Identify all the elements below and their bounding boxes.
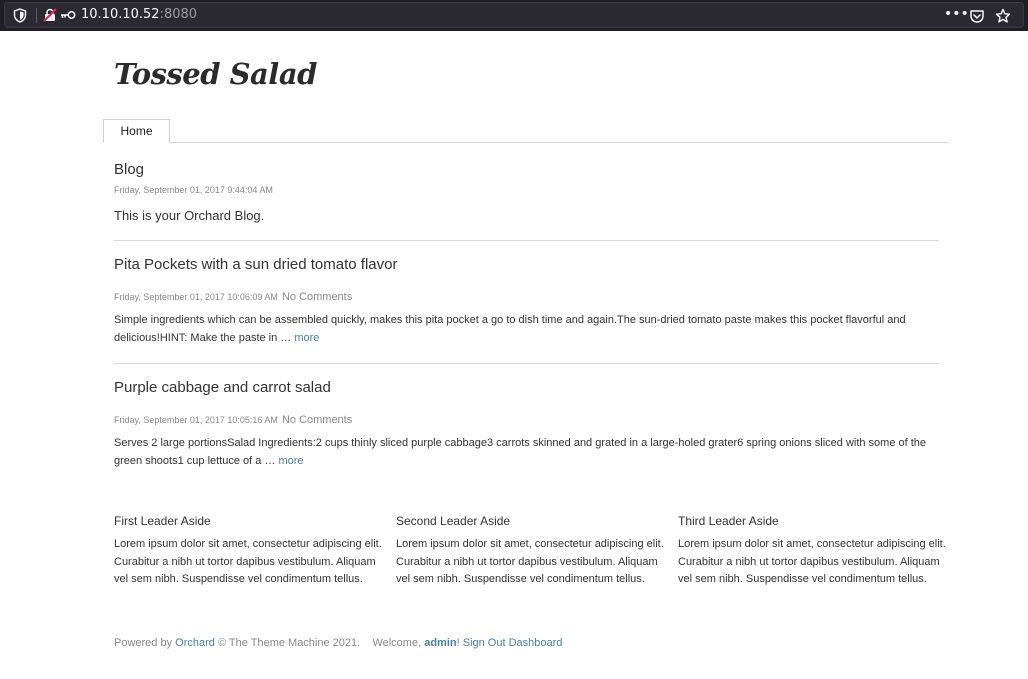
post-excerpt-text: Serves 2 large portionsSalad Ingredients… (114, 437, 927, 467)
footer-welcome: Welcome, (372, 637, 425, 649)
nav-divider (103, 142, 949, 143)
sign-out-link[interactable]: Sign Out (463, 637, 506, 649)
page-actions-menu-icon[interactable]: ••• (944, 6, 969, 22)
url-bar[interactable]: 10.10.10.52:8080 ••• (4, 2, 1024, 28)
post-excerpt: Serves 2 large portionsSalad Ingredients… (114, 435, 944, 470)
aside-body: Lorem ipsum dolor sit amet, consectetur … (396, 538, 664, 585)
tab-home[interactable]: Home (103, 119, 170, 143)
more-link[interactable]: more (279, 455, 304, 467)
dashboard-link[interactable]: Dashboard (509, 637, 563, 649)
post-title-link[interactable]: Pita Pockets with a sun dried tomato fla… (114, 256, 397, 273)
shield-icon[interactable] (13, 8, 27, 23)
url-port: :8080 (159, 7, 198, 22)
footer-bang: ! (456, 637, 460, 649)
aside-title: Third Leader Aside (678, 514, 779, 528)
post-date: Friday, September 01, 2017 10:05:16 AM (114, 415, 278, 425)
orchard-link[interactable]: Orchard (175, 637, 215, 649)
site-title[interactable]: Tossed Salad (114, 57, 317, 91)
post-excerpt: Simple ingredients which can be assemble… (114, 312, 944, 347)
post-comments-count: No Comments (281, 291, 353, 303)
post-date: Friday, September 01, 2017 10:06:09 AM (114, 292, 278, 302)
post-meta: Friday, September 01, 2017 10:06:09 AM No… (114, 285, 352, 304)
insecure-lock-icon[interactable] (43, 8, 57, 22)
post-excerpt-text: Simple ingredients which can be assemble… (114, 314, 906, 344)
divider (114, 363, 939, 364)
pocket-icon[interactable] (969, 8, 985, 24)
footer-powered-by: Powered by (114, 637, 176, 649)
post-meta: Friday, September 01, 2017 10:05:16 AM No… (114, 408, 352, 427)
blog-description: This is your Orchard Blog. (114, 208, 265, 223)
footer: Powered by Orchard © The Theme Machine 2… (114, 637, 562, 649)
divider (114, 240, 939, 241)
aside-body: Lorem ipsum dolor sit amet, consectetur … (114, 538, 382, 585)
aside-title: First Leader Aside (114, 514, 211, 528)
aside-title: Second Leader Aside (396, 514, 511, 528)
blog-title: Blog (114, 161, 145, 178)
key-icon[interactable] (60, 10, 76, 20)
second-leader-aside: Second Leader Aside Lorem ipsum dolor si… (396, 514, 664, 589)
url-host: 10.10.10.52 (81, 7, 160, 22)
first-leader-aside: First Leader Aside Lorem ipsum dolor sit… (114, 514, 382, 589)
url-text[interactable]: 10.10.10.52:8080 (81, 7, 197, 23)
aside-body: Lorem ipsum dolor sit amet, consectetur … (678, 538, 946, 585)
bookmark-star-icon[interactable] (995, 8, 1011, 24)
url-bar-divider (36, 8, 37, 23)
more-link[interactable]: more (294, 332, 319, 344)
footer-copyright: © The Theme Machine 2021. (214, 637, 361, 649)
post-title-link[interactable]: Purple cabbage and carrot salad (114, 379, 331, 396)
browser-toolbar: 10.10.10.52:8080 ••• (0, 0, 1028, 31)
post-comments-count: No Comments (281, 414, 353, 426)
user-link[interactable]: admin (424, 637, 456, 649)
blog-date: Friday, September 01, 2017 9:44:04 AM (114, 185, 273, 195)
third-leader-aside: Third Leader Aside Lorem ipsum dolor sit… (678, 514, 946, 589)
